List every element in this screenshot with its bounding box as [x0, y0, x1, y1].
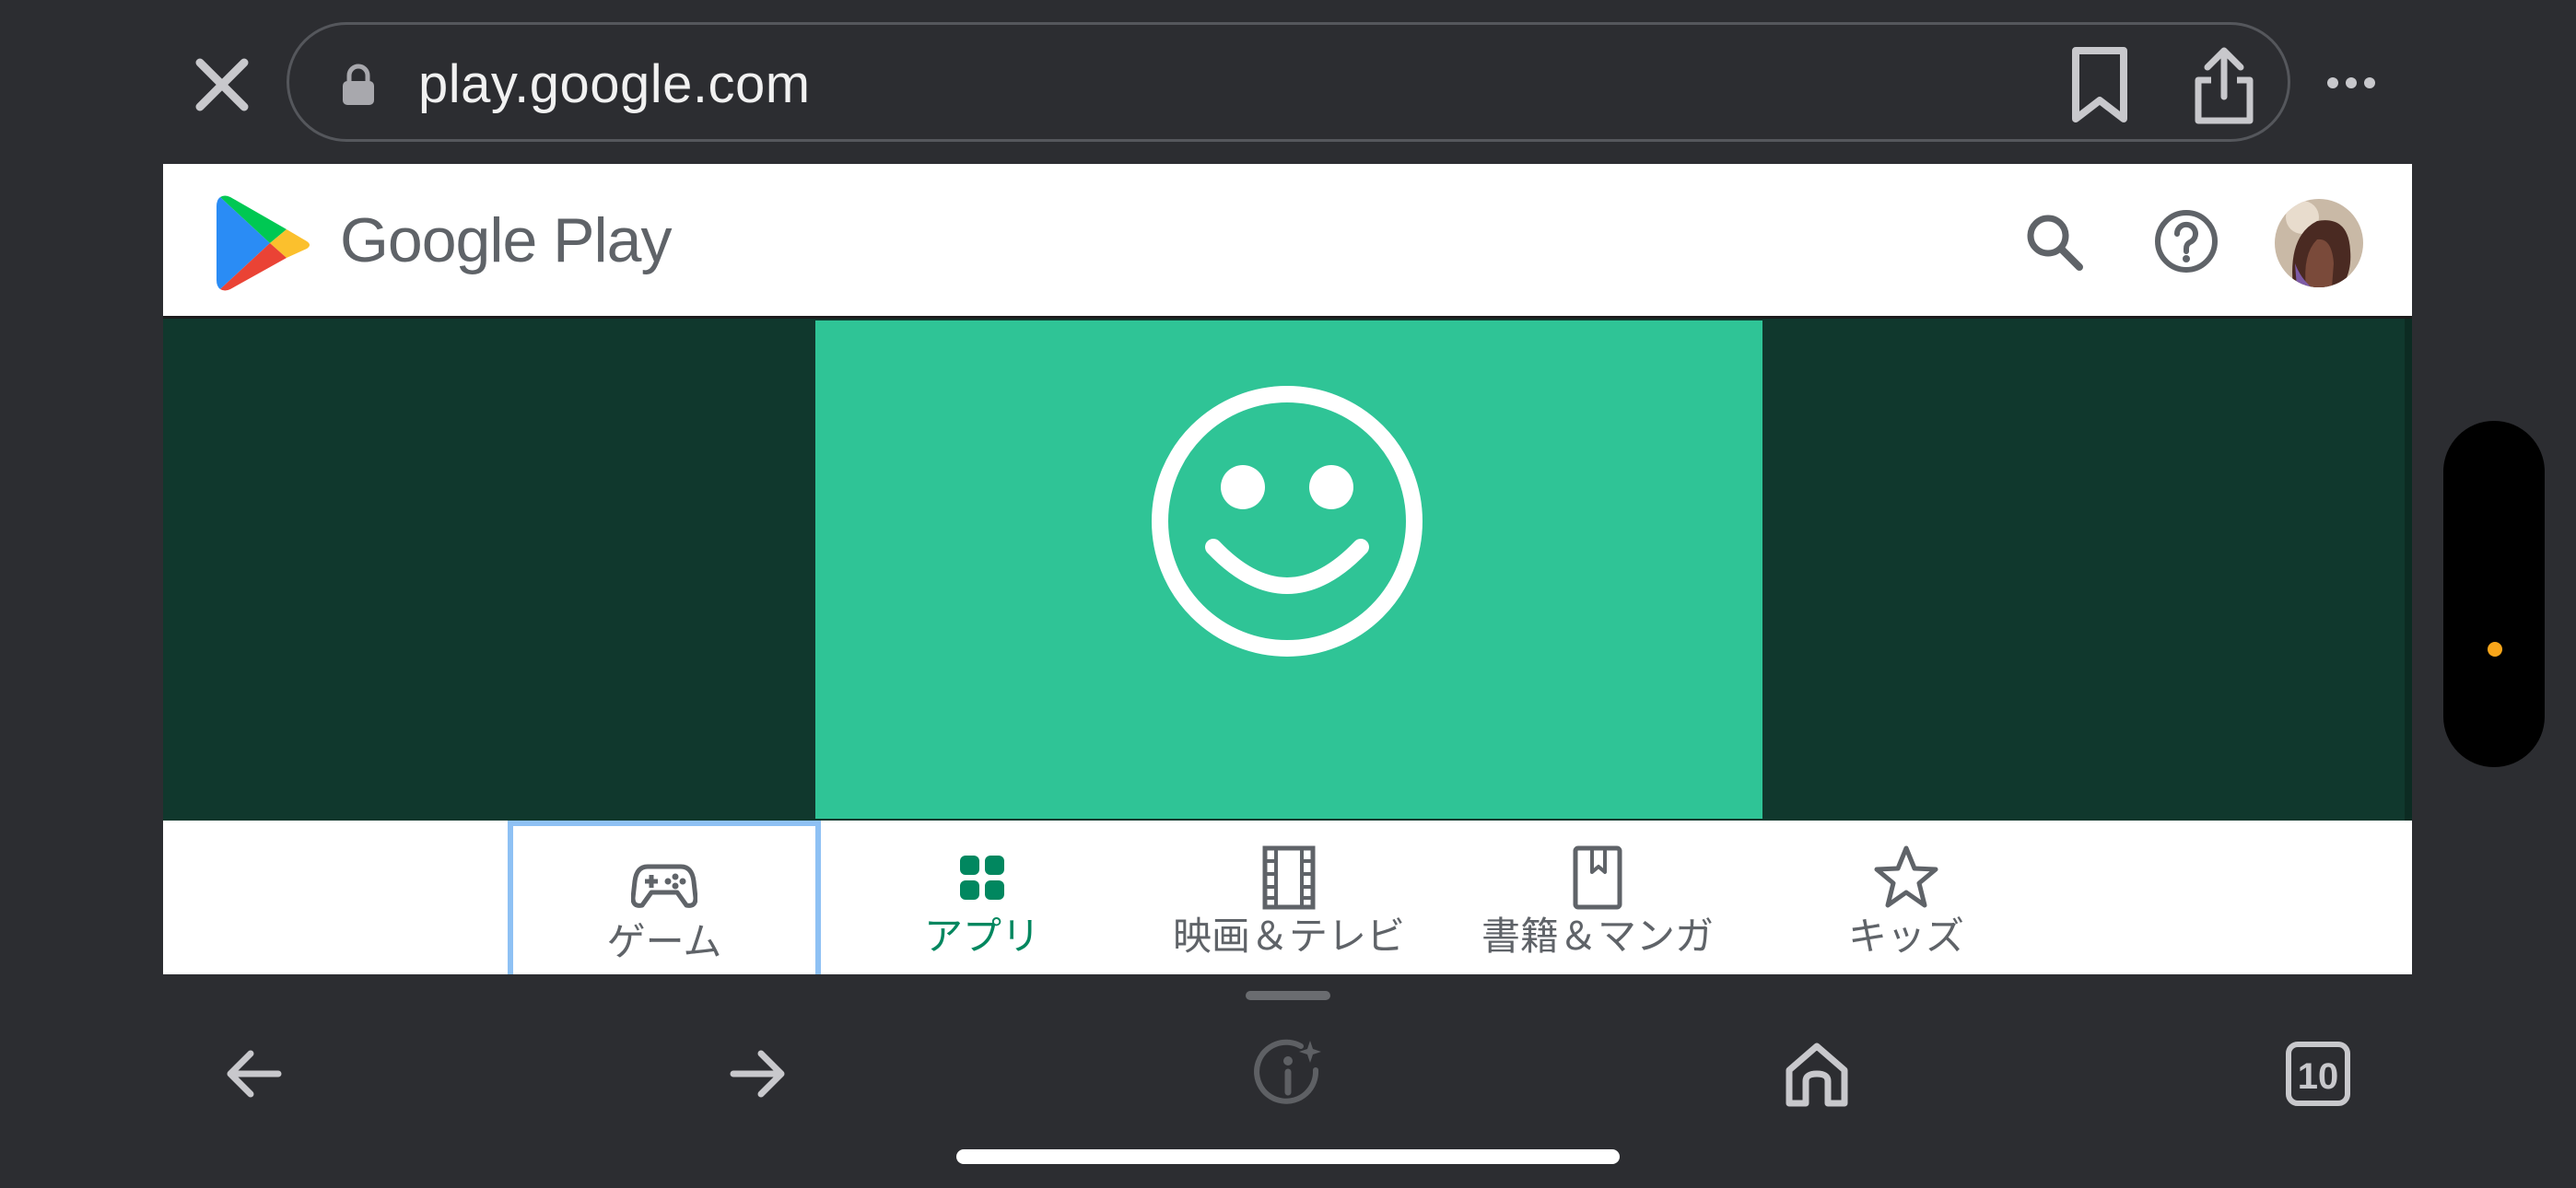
share-button[interactable]	[2187, 43, 2261, 128]
tabs-button[interactable]: 10	[2281, 1037, 2355, 1111]
address-bar[interactable]: play.google.com	[287, 22, 2290, 142]
web-content: Google Play ゲーム アプリ 映画＆テレビ 書籍＆マンガ キッズ	[163, 164, 2412, 974]
category-nav: ゲーム アプリ 映画＆テレビ 書籍＆マンガ キッズ	[163, 821, 2412, 974]
more-button[interactable]	[2325, 66, 2377, 99]
home-icon	[1786, 1042, 1848, 1107]
tab-count: 10	[2298, 1056, 2339, 1097]
page-info-button[interactable]	[1251, 1037, 1325, 1111]
tab-apps[interactable]: アプリ	[825, 821, 1139, 974]
tab-movies-tv-label: 映画＆テレビ	[1172, 914, 1405, 959]
banner-edge	[2405, 319, 2412, 821]
share-icon	[2195, 47, 2254, 124]
back-button[interactable]	[217, 1037, 291, 1111]
browser-top-bar: play.google.com	[0, 0, 2576, 164]
smiley-icon	[1149, 383, 1425, 659]
browser-bottom-toolbar: 10	[0, 974, 2576, 1188]
tab-games[interactable]: ゲーム	[508, 821, 821, 974]
star-icon	[1873, 844, 1939, 911]
info-sparkle-icon	[1254, 1039, 1321, 1104]
google-play-wordmark: Google Play	[340, 205, 672, 275]
gamepad-icon	[631, 850, 697, 916]
back-arrow-icon	[227, 1050, 282, 1098]
side-handle[interactable]	[2443, 421, 2545, 767]
help-icon	[2155, 210, 2218, 273]
close-button[interactable]	[189, 52, 255, 118]
forward-arrow-icon	[730, 1050, 785, 1098]
avatar[interactable]	[2275, 199, 2363, 287]
more-horizontal-icon	[2327, 77, 2375, 88]
tab-books[interactable]: 書籍＆マンガ	[1441, 821, 1754, 974]
tab-kids[interactable]: キッズ	[1750, 821, 2063, 974]
tab-apps-label: アプリ	[923, 914, 1040, 959]
home-indicator[interactable]	[956, 1149, 1620, 1164]
google-play-logo-icon[interactable]	[217, 192, 312, 295]
featured-banner[interactable]	[163, 319, 2412, 821]
apps-grid-icon	[949, 844, 1015, 911]
search-icon	[2027, 215, 2083, 271]
bookmark-button[interactable]	[2063, 45, 2137, 124]
tab-kids-label: キッズ	[1847, 914, 1964, 959]
tab-games-label: ゲーム	[606, 919, 722, 964]
book-icon	[1564, 844, 1631, 911]
help-button[interactable]	[2153, 208, 2219, 274]
tab-movies-tv[interactable]: 映画＆テレビ	[1132, 821, 1446, 974]
tabs-icon: 10	[2286, 1042, 2350, 1106]
forward-button[interactable]	[720, 1037, 794, 1111]
banner-app-artwork	[815, 320, 1762, 819]
film-icon	[1256, 844, 1322, 911]
lock-icon	[340, 64, 377, 106]
toolbar-grabber[interactable]	[1246, 991, 1330, 1000]
search-button[interactable]	[2022, 210, 2087, 274]
close-icon	[195, 58, 249, 111]
tab-books-label: 書籍＆マンガ	[1481, 914, 1714, 959]
home-button[interactable]	[1780, 1037, 1854, 1111]
status-indicator-dot	[2488, 642, 2502, 657]
google-play-header: Google Play	[163, 164, 2412, 319]
url-text[interactable]: play.google.com	[418, 49, 811, 121]
bookmark-icon	[2072, 47, 2127, 122]
